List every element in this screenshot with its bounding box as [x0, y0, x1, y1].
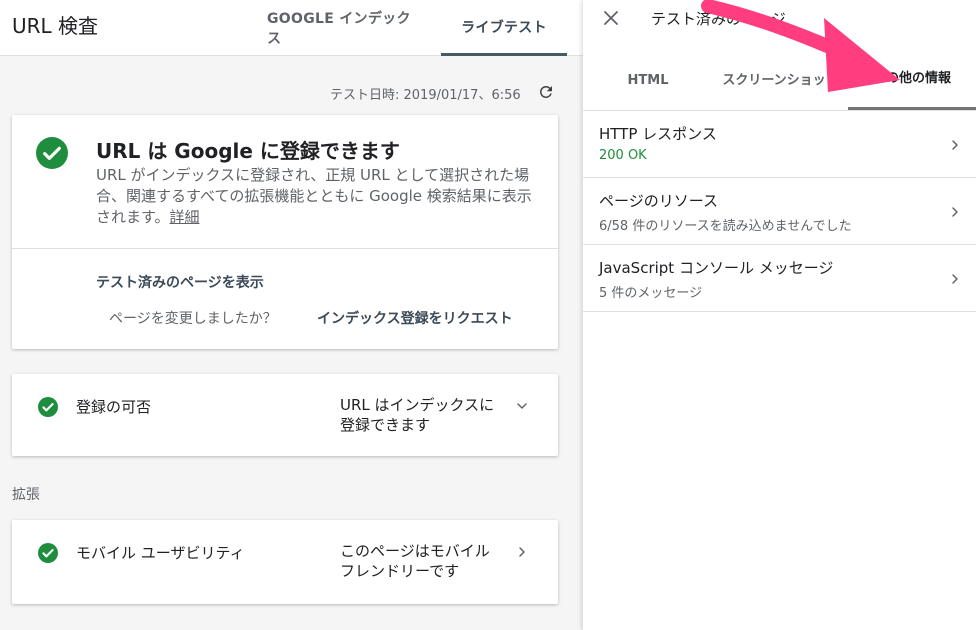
chevron-down-icon[interactable]	[514, 398, 530, 414]
tab-more-info[interactable]: その他の情報	[848, 50, 976, 110]
tab-live-test[interactable]: ライブテスト	[441, 0, 567, 56]
mobile-usability-label: モバイル ユーザビリティ	[76, 544, 245, 562]
chevron-right-icon	[952, 274, 958, 284]
registration-card[interactable]: 登録の可否 URL はインデックスに登録できます	[12, 374, 558, 456]
close-icon[interactable]	[603, 10, 619, 26]
check-circle-icon	[36, 137, 68, 169]
item-subtitle: 6/58 件のリソースを読み込めませんでした	[599, 219, 852, 234]
item-title: ページのリソース	[599, 192, 718, 210]
item-title: HTTP レスポンス	[599, 125, 717, 143]
tab-html[interactable]: HTML	[583, 50, 713, 110]
registration-label: 登録の可否	[76, 398, 152, 416]
check-circle-icon	[38, 543, 58, 563]
item-title: JavaScript コンソール メッセージ	[599, 259, 834, 277]
item-subtitle: 5 件のメッセージ	[599, 286, 703, 301]
mobile-usability-value: このページはモバイル フレンドリーです	[340, 542, 490, 580]
request-indexing-button[interactable]: インデックス登録をリクエスト	[317, 308, 513, 328]
changed-question: ページを変更しましたか？	[109, 311, 277, 327]
result-description: URL がインデックスに登録され、正規 URL として選択された場合、関連するす…	[96, 165, 546, 228]
chevron-right-icon	[952, 207, 958, 217]
check-circle-icon	[38, 397, 58, 417]
page-resources-item[interactable]: ページのリソース 6/58 件のリソースを読み込めませんでした	[583, 178, 976, 245]
top-bar: URL 検査 GOOGLE インデックス ライブテスト	[0, 0, 583, 56]
section-enhancements: 拡張	[12, 487, 40, 503]
divider	[12, 248, 558, 249]
tab-screenshot[interactable]: スクリーンショット	[713, 50, 848, 110]
chevron-right-icon	[952, 140, 958, 150]
js-console-item[interactable]: JavaScript コンソール メッセージ 5 件のメッセージ	[583, 245, 976, 312]
panel-title: テスト済みのページ	[651, 10, 786, 28]
test-date: テスト日時: 2019/01/17、6:56	[330, 88, 521, 103]
http-response-item[interactable]: HTTP レスポンス 200 OK	[583, 111, 976, 178]
chevron-right-icon[interactable]	[514, 544, 530, 560]
result-card: URL は Google に登録できます URL がインデックスに登録され、正規…	[12, 115, 558, 349]
page-title: URL 検査	[12, 14, 99, 38]
refresh-icon[interactable]	[537, 83, 555, 101]
tab-google-index[interactable]: GOOGLE インデックス	[253, 0, 438, 56]
details-link[interactable]: 詳細	[170, 208, 200, 226]
result-heading: URL は Google に登録できます	[96, 139, 400, 163]
inspection-pane: URL 検査 GOOGLE インデックス ライブテスト テスト日時: 2019/…	[0, 0, 583, 630]
item-subtitle: 200 OK	[599, 148, 647, 163]
registration-value: URL はインデックスに登録できます	[340, 396, 495, 434]
view-tested-page-link[interactable]: テスト済みのページを表示	[96, 272, 264, 292]
tested-page-panel: テスト済みのページ HTML スクリーンショット その他の情報 HTTP レスポ…	[583, 0, 976, 630]
result-description-text: URL がインデックスに登録され、正規 URL として選択された場合、関連するす…	[96, 166, 532, 226]
mobile-usability-card[interactable]: モバイル ユーザビリティ このページはモバイル フレンドリーです	[12, 520, 558, 604]
